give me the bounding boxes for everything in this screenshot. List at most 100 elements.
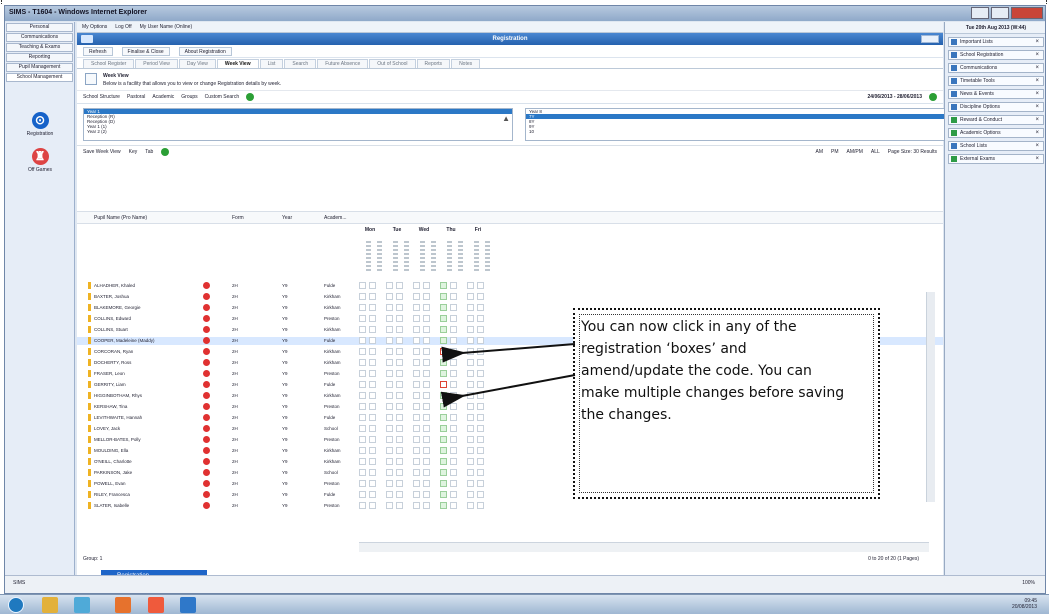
registration-box[interactable] (386, 414, 393, 421)
registration-box[interactable] (413, 326, 420, 333)
registration-box[interactable] (369, 502, 376, 509)
am-button[interactable]: AM (816, 149, 824, 155)
list-scroll-icon[interactable]: ▲ (502, 115, 510, 123)
registration-box[interactable] (467, 480, 474, 487)
registration-box[interactable] (386, 480, 393, 487)
registration-box[interactable] (450, 469, 457, 476)
registration-box[interactable] (413, 480, 420, 487)
registration-box[interactable] (450, 304, 457, 311)
registration-box[interactable] (386, 436, 393, 443)
key-button[interactable]: Key (129, 149, 138, 155)
table-row[interactable]: BAXTER, Joshua 2H Y9 Kirkham (77, 293, 943, 301)
system-clock[interactable]: 09:45 20/08/2013 (1012, 598, 1037, 610)
left-group-list[interactable]: Year 1 Reception (R) Reception (D) Year … (83, 108, 513, 141)
groups-button[interactable]: Groups (181, 94, 197, 100)
academy-column[interactable]: Academ... (324, 215, 347, 221)
tab-out-of-school[interactable]: Out of School (369, 59, 416, 68)
registration-box[interactable] (477, 282, 484, 289)
registration-box[interactable] (396, 502, 403, 509)
minimize-button[interactable] (971, 7, 989, 19)
registration-box[interactable] (423, 315, 430, 322)
tab-future-absence[interactable]: Future Absence (317, 59, 369, 68)
refresh-button[interactable]: Refresh (83, 46, 113, 56)
registration-box[interactable] (359, 326, 366, 333)
registration-box[interactable] (359, 458, 366, 465)
registration-box[interactable] (467, 447, 474, 454)
registration-box[interactable] (450, 414, 457, 421)
registration-box[interactable] (423, 436, 430, 443)
registration-box[interactable] (369, 458, 376, 465)
registration-box[interactable] (396, 326, 403, 333)
am-pm-button[interactable]: AM/PM (847, 149, 863, 155)
registration-box[interactable] (450, 282, 457, 289)
registration-box[interactable] (386, 425, 393, 432)
registration-box[interactable] (450, 436, 457, 443)
registration-box[interactable] (477, 370, 484, 377)
all-button[interactable]: ALL (871, 149, 880, 155)
registration-box[interactable] (359, 414, 366, 421)
registration-box[interactable] (369, 315, 376, 322)
registration-box[interactable] (450, 315, 457, 322)
registration-box[interactable] (359, 480, 366, 487)
registration-box[interactable] (423, 282, 430, 289)
registration-box[interactable] (477, 293, 484, 300)
registration-box[interactable] (440, 337, 447, 344)
registration-box[interactable] (467, 370, 474, 377)
registration-box[interactable] (386, 370, 393, 377)
registration-box[interactable] (423, 392, 430, 399)
registration-box[interactable] (477, 458, 484, 465)
registration-box[interactable] (359, 469, 366, 476)
registration-box[interactable] (386, 502, 393, 509)
my-options-link[interactable]: My Options (82, 24, 107, 30)
registration-box[interactable] (413, 315, 420, 322)
registration-box[interactable] (423, 359, 430, 366)
custom-search-button[interactable]: Custom Search (205, 94, 239, 100)
nav-pupil-management[interactable]: Pupil Management (6, 63, 73, 72)
off-games-shortcut[interactable]: ♜ Off Games (16, 148, 64, 173)
registration-box[interactable] (440, 491, 447, 498)
right-panel-communications[interactable]: Communications (948, 63, 1044, 73)
folder-icon[interactable] (42, 597, 58, 613)
nav-school-management[interactable]: School Management (6, 73, 73, 82)
registration-box[interactable] (359, 337, 366, 344)
registration-box[interactable] (369, 370, 376, 377)
registration-box[interactable] (396, 480, 403, 487)
registration-box[interactable] (359, 502, 366, 509)
registration-box[interactable] (423, 337, 430, 344)
registration-box[interactable] (386, 458, 393, 465)
pm-button[interactable]: PM (831, 149, 839, 155)
registration-box[interactable] (359, 425, 366, 432)
registration-box[interactable] (423, 502, 430, 509)
registration-box[interactable] (477, 447, 484, 454)
right-panel-school-registration[interactable]: School Registration (948, 50, 1044, 60)
registration-box[interactable] (413, 436, 420, 443)
registration-box[interactable] (369, 480, 376, 487)
right-panel-academic-options[interactable]: Academic Options (948, 128, 1044, 138)
registration-box[interactable] (359, 359, 366, 366)
registration-box[interactable] (386, 293, 393, 300)
registration-box[interactable] (369, 304, 376, 311)
registration-box[interactable] (359, 293, 366, 300)
registration-box[interactable] (396, 381, 403, 388)
registration-box[interactable] (396, 304, 403, 311)
registration-box[interactable] (359, 392, 366, 399)
registration-box[interactable] (440, 436, 447, 443)
registration-box[interactable] (467, 414, 474, 421)
registration-box[interactable] (386, 447, 393, 454)
right-panel-external-exams[interactable]: External Exams (948, 154, 1044, 164)
registration-box[interactable] (423, 458, 430, 465)
registration-box[interactable] (369, 414, 376, 421)
registration-box[interactable] (450, 491, 457, 498)
registration-box[interactable] (440, 458, 447, 465)
registration-box[interactable] (467, 491, 474, 498)
registration-box[interactable] (423, 348, 430, 355)
registration-box[interactable] (440, 304, 447, 311)
registration-box[interactable] (359, 282, 366, 289)
registration-box[interactable] (369, 293, 376, 300)
registration-box[interactable] (386, 282, 393, 289)
date-range[interactable]: 24/06/2013 - 28/06/2013 (868, 94, 923, 100)
registration-box[interactable] (369, 447, 376, 454)
registration-box[interactable] (477, 414, 484, 421)
registration-box[interactable] (369, 326, 376, 333)
registration-box[interactable] (386, 348, 393, 355)
